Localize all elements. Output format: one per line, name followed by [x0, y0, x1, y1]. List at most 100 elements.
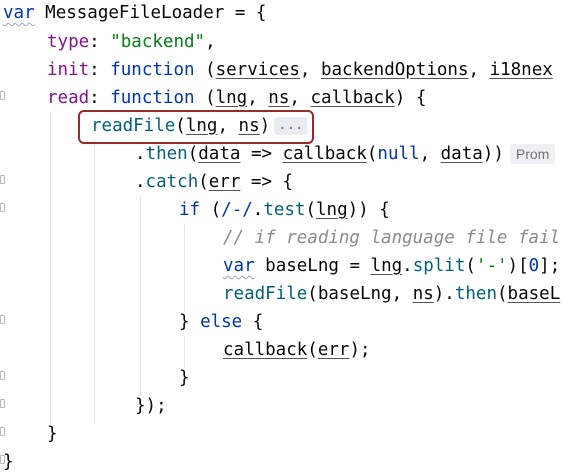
fold-marker[interactable] [0, 371, 5, 380]
punct: ) { [394, 88, 427, 108]
punct: = { [224, 3, 267, 23]
punct: ( [497, 284, 508, 304]
regex-literal: /-/ [221, 200, 253, 220]
punct: , [468, 60, 490, 80]
type-inlay-hint[interactable]: Prom [509, 144, 556, 164]
code-line-9[interactable]: // if reading language file fail [223, 225, 560, 251]
punct: } [3, 452, 14, 472]
punct: , [299, 60, 321, 80]
method-catch: catch [145, 172, 199, 192]
punct: } [47, 424, 58, 444]
keyword-var: var [3, 3, 35, 23]
ref-lng: lng [370, 256, 403, 276]
fold-marker[interactable] [0, 203, 5, 212]
punct: . [135, 144, 146, 164]
code-line-17[interactable]: } [3, 449, 14, 475]
punct: ). [433, 284, 455, 304]
punct: ( [366, 144, 378, 164]
code-line-13[interactable]: callback(err); [223, 337, 371, 363]
punct: ( [200, 200, 222, 220]
identifier-base-lng: baseLng [265, 256, 339, 276]
function-read-file: readFile [223, 284, 308, 304]
param-err: err [208, 172, 241, 192]
keyword-null: null [377, 144, 420, 164]
punct: ( [194, 60, 216, 80]
punct: ( [187, 144, 199, 164]
code-line-4[interactable]: read: function (lng, ns, callback) { [47, 85, 426, 111]
indent-guide [50, 112, 51, 424]
punct: )) [482, 144, 504, 164]
property-init: init [47, 60, 90, 80]
fold-marker[interactable] [0, 399, 5, 408]
keyword-else: else [200, 312, 243, 332]
param-services: services [215, 60, 300, 80]
code-line-14[interactable]: } [179, 365, 190, 391]
fold-marker[interactable] [0, 91, 5, 100]
method-test: test [263, 200, 306, 220]
property-read: read [47, 88, 90, 108]
highlight-box [78, 110, 314, 144]
param-callback: callback [310, 88, 395, 108]
param-backend-options: backendOptions [320, 60, 469, 80]
punct: : [89, 60, 111, 80]
comment: // if reading language file fail [223, 228, 561, 248]
code-line-8[interactable]: if (/-/.test(lng)) { [179, 197, 390, 223]
string-dash: '-' [475, 256, 508, 276]
punct: } [179, 368, 190, 388]
punct: , [419, 144, 441, 164]
punct: ); [349, 340, 371, 360]
identifier-message-file-loader: MessageFileLoader [45, 3, 225, 23]
arg-err: err [317, 340, 350, 360]
keyword-var: var [223, 256, 255, 276]
punct: } [179, 312, 201, 332]
fold-marker[interactable] [0, 175, 5, 184]
code-line-1[interactable]: var MessageFileLoader = { [3, 0, 266, 26]
code-line-7[interactable]: .catch(err => { [135, 169, 293, 195]
method-then: then [145, 144, 188, 164]
fold-marker[interactable] [0, 315, 5, 324]
punct: ( [194, 88, 216, 108]
indent-guide [140, 196, 141, 396]
punct: = [338, 256, 371, 276]
param-data: data [198, 144, 241, 164]
keyword-function: function [110, 60, 195, 80]
keyword-function: function [110, 88, 195, 108]
punct: )[ [507, 256, 529, 276]
code-line-16[interactable]: } [47, 421, 58, 447]
param-base-lng: baseL [507, 284, 561, 304]
punct: ( [465, 256, 476, 276]
code-line-12[interactable]: } else { [179, 309, 263, 335]
punct: , [391, 284, 413, 304]
punct: }); [135, 396, 167, 416]
property-type: type [47, 32, 90, 52]
punct: , [289, 88, 311, 108]
number-zero: 0 [528, 256, 540, 276]
indent-guide [184, 336, 185, 368]
code-line-10[interactable]: var baseLng = lng.split('-')[0]; [223, 253, 560, 279]
arg-data: data [440, 144, 483, 164]
punct: { [242, 312, 264, 332]
call-callback: callback [223, 340, 308, 360]
code-line-6[interactable]: .then(data => callback(null, data)) Prom [135, 141, 556, 167]
code-line-15[interactable]: }); [135, 393, 167, 419]
punct: ( [305, 200, 317, 220]
punct: . [402, 256, 413, 276]
punct: ]; [539, 256, 561, 276]
code-line-2[interactable]: type: "backend", [47, 29, 216, 55]
code-line-11[interactable]: readFile(baseLng, ns).then(baseL [223, 281, 560, 307]
arg-lng: lng [316, 200, 348, 220]
method-then: then [454, 284, 497, 304]
punct: )) { [347, 200, 390, 220]
fold-marker[interactable] [0, 427, 5, 436]
punct: => { [240, 172, 294, 192]
method-split: split [412, 256, 466, 276]
punct: ( [307, 340, 318, 360]
punct: . [252, 200, 264, 220]
keyword-if: if [179, 200, 201, 220]
punct: , [205, 32, 216, 52]
param-lng: lng [215, 88, 248, 108]
param-i18next: i18nex [489, 60, 553, 80]
code-line-3[interactable]: init: function (services, backendOptions… [47, 57, 553, 83]
punct: ( [307, 284, 318, 304]
punct: , [247, 88, 269, 108]
